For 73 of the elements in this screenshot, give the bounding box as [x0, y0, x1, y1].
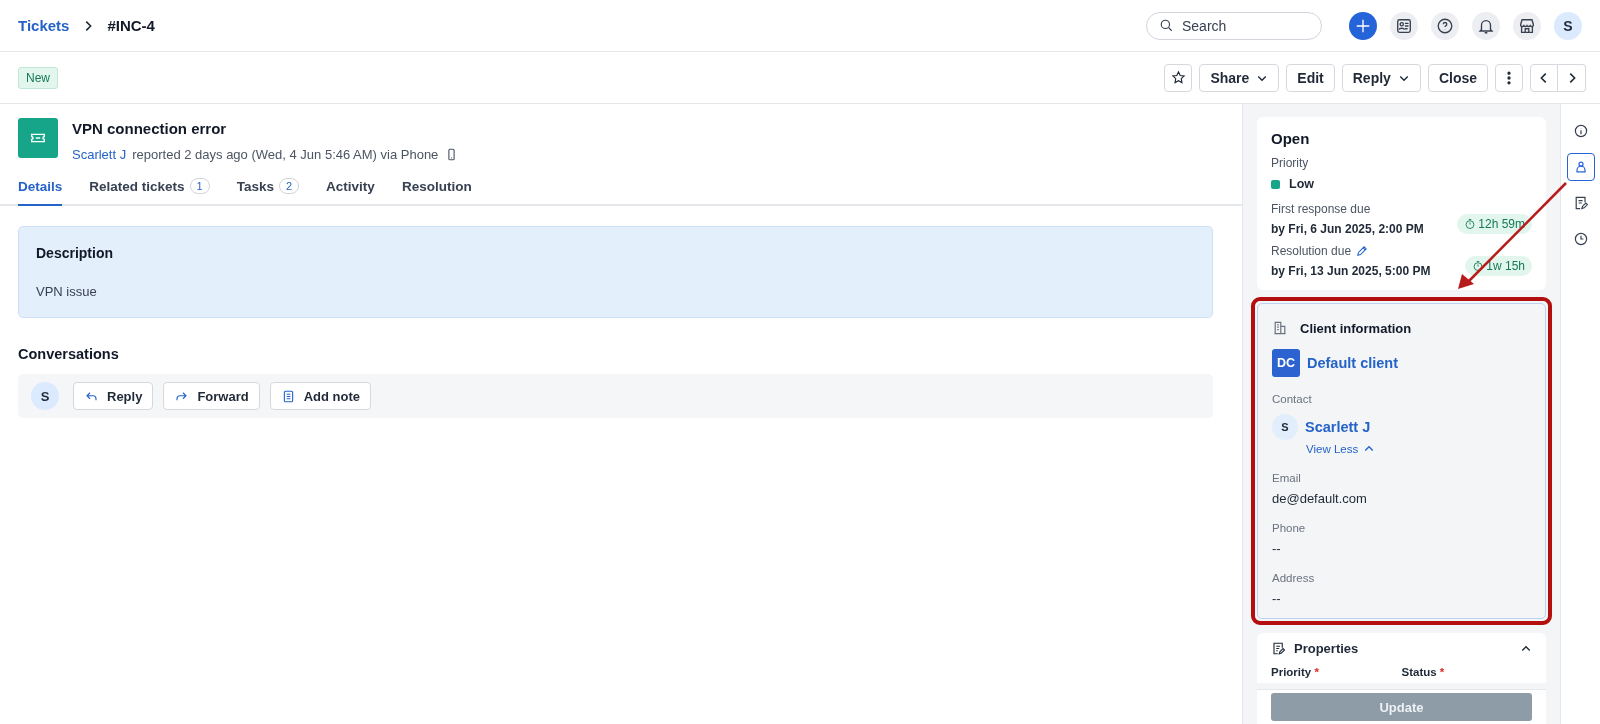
field-value: -- — [1272, 541, 1282, 556]
toolbar-button[interactable]: Edit — [1286, 63, 1335, 92]
ticket-meta: reported 2 days ago (Wed, 4 Jun 5:46 AM) via Phone — [132, 147, 439, 162]
tab[interactable]: Details — [18, 174, 63, 206]
timer-icon — [1464, 218, 1477, 230]
field-label: Contact — [1272, 393, 1313, 405]
conversation-action-button[interactable]: Add note — [269, 382, 372, 410]
contact-avatar: S — [1272, 414, 1298, 440]
field-label: Email — [1272, 472, 1302, 484]
toolbar-button[interactable]: Reply — [1341, 63, 1421, 92]
priority-label: Priority — [1271, 156, 1310, 170]
tab[interactable]: Tasks 2 — [236, 174, 300, 206]
tab[interactable]: Activity — [326, 174, 375, 206]
field-value: -- — [1272, 591, 1282, 606]
favorite-button[interactable] — [1164, 63, 1193, 92]
timer-badge: 1w 15h — [1465, 256, 1532, 276]
ticket-icon — [18, 118, 58, 158]
description-heading: Description — [36, 245, 114, 261]
sla-label: First response due — [1271, 202, 1371, 216]
sla-due: by Fri, 6 Jun 2025, 2:00 PM — [1271, 222, 1424, 236]
notifications-button[interactable] — [1472, 11, 1500, 40]
conversations-heading: Conversations — [18, 346, 120, 362]
description-text: VPN issue — [36, 284, 98, 299]
notes-icon — [1271, 641, 1286, 656]
property-label: Priority * — [1271, 665, 1320, 679]
panel-heading: Properties — [1294, 641, 1359, 656]
next-button[interactable] — [1558, 63, 1586, 92]
timer-icon — [1472, 260, 1485, 272]
help-button[interactable] — [1431, 11, 1459, 40]
tab[interactable]: Related tickets 1 — [89, 174, 210, 206]
pencil-icon — [1355, 244, 1370, 258]
add-button[interactable] — [1349, 11, 1377, 40]
store-button[interactable] — [1513, 11, 1541, 40]
required-mark: * — [1439, 666, 1445, 678]
card-heading: Client information — [1300, 320, 1412, 336]
previous-button[interactable] — [1530, 63, 1558, 92]
search-icon — [1159, 18, 1174, 33]
sla-due: by Fri, 13 Jun 2025, 5:00 PM — [1271, 264, 1431, 278]
storefront-icon — [1518, 16, 1536, 35]
client-link[interactable]: Default client — [1307, 355, 1399, 371]
tab[interactable]: Resolution — [401, 174, 472, 206]
contact-link[interactable]: Scarlett J — [1305, 419, 1371, 435]
status-title: Open — [1271, 130, 1311, 147]
star-icon — [1170, 70, 1186, 85]
clock-icon — [1572, 231, 1589, 247]
ticket-title: VPN connection error — [72, 120, 228, 137]
toolbar-button[interactable]: Share — [1199, 63, 1280, 92]
field-label: Address — [1272, 572, 1316, 584]
client-avatar: DC — [1272, 349, 1300, 377]
status-badge: New — [18, 66, 58, 89]
required-mark: * — [1314, 666, 1319, 678]
user-avatar: S — [31, 382, 59, 410]
toolbar-button[interactable]: Close — [1427, 63, 1488, 92]
sla-label: Resolution due — [1271, 244, 1352, 258]
requester-link[interactable]: Scarlett J — [72, 147, 127, 162]
sidebar-tab[interactable] — [1566, 153, 1595, 181]
id-card-icon — [1395, 16, 1413, 35]
property-label: Status * — [1401, 665, 1446, 679]
view-toggle-link[interactable]: View Less — [1306, 443, 1376, 455]
contacts-button[interactable] — [1390, 11, 1418, 40]
building-icon — [1272, 320, 1288, 336]
priority-value: Low — [1289, 177, 1314, 191]
user-avatar[interactable]: S — [1554, 11, 1582, 40]
field-value: de@default.com — [1272, 491, 1368, 506]
conversation-action-button[interactable]: Reply — [73, 382, 154, 410]
breadcrumb-current: #INC-4 — [107, 17, 155, 34]
help-icon — [1436, 16, 1454, 35]
timer-badge: 12h 59m — [1457, 214, 1532, 234]
field-label: Phone — [1272, 522, 1307, 534]
info-icon — [1572, 123, 1589, 139]
more-button[interactable] — [1495, 63, 1523, 92]
breadcrumb-link[interactable]: Tickets — [18, 17, 70, 34]
conversation-action-button[interactable]: Forward — [163, 382, 260, 410]
